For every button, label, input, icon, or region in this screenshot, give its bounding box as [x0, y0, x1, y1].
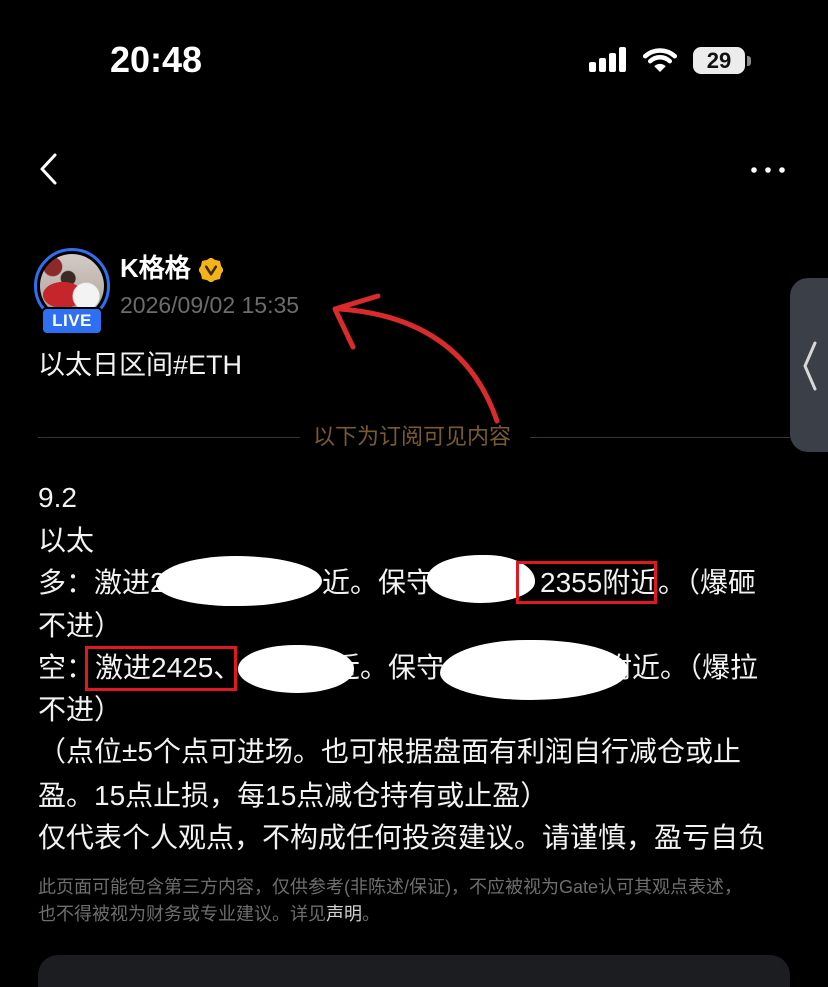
long-line-lead: 多：激进2: [38, 567, 166, 598]
highlight-box: [516, 561, 657, 604]
author-name[interactable]: K格格: [120, 252, 191, 284]
post-detail-screen: 20:48 29 LIVE K格格 2026/09/02 15:35 以太日区间…: [0, 0, 828, 987]
long-line-continuation: 不进）: [38, 610, 123, 641]
status-time: 20:48: [110, 39, 203, 80]
disclaimer-end: 。: [362, 904, 380, 924]
bottom-panel[interactable]: [38, 955, 790, 987]
back-button[interactable]: [28, 145, 72, 193]
redaction-blob: [238, 645, 354, 693]
battery-level: 29: [706, 48, 732, 73]
divider-line-right: [530, 437, 790, 438]
note-line: 仅代表个人观点，不构成任何投资建议。请谨慎，盈亏自负: [38, 822, 767, 853]
chevron-left-icon: [803, 341, 817, 391]
post-timestamp: 2026/09/02 15:35: [120, 292, 300, 318]
more-button[interactable]: [740, 150, 796, 190]
short-line-continuation: 不进）: [38, 694, 123, 725]
statement-link[interactable]: 声明: [326, 904, 362, 924]
post-title: 以太日区间#ETH: [38, 350, 243, 380]
disclaimer-line: 也不得被视为财务或专业建议。详见声明。: [38, 902, 380, 926]
more-horizontal-icon: [751, 167, 785, 173]
verified-badge-icon: [199, 258, 223, 282]
live-badge[interactable]: LIVE: [41, 307, 103, 335]
body-asset: 以太: [38, 525, 95, 556]
paywall-divider-label: 以下为订阅可见内容: [313, 424, 512, 449]
long-line-tail: 。（爆砸: [658, 567, 757, 598]
battery-nub: [747, 56, 751, 66]
battery-icon: 29: [693, 47, 745, 74]
long-line-middle: 近。保守: [322, 567, 435, 598]
note-line: 盈。15点止损，每15点减仓持有或止盈）: [38, 780, 549, 811]
note-line: （点位±5个点可进场。也可根据盘面有利润自行减仓或止: [38, 736, 741, 767]
side-drawer-tab[interactable]: [790, 278, 828, 452]
chevron-left-icon: [40, 153, 57, 185]
highlight-box: [85, 646, 237, 691]
redaction-blob: [156, 556, 322, 606]
disclaimer-line: 此页面可能包含第三方内容，仅供参考(非陈述/保证)，不应被视为Gate认可其观点…: [38, 877, 743, 897]
wifi-icon: [642, 48, 678, 72]
body-date: 9.2: [38, 482, 77, 513]
redaction-blob: [440, 640, 628, 700]
divider-line-left: [38, 437, 300, 438]
disclaimer-text: 也不得被视为财务或专业建议。详见: [38, 904, 326, 924]
